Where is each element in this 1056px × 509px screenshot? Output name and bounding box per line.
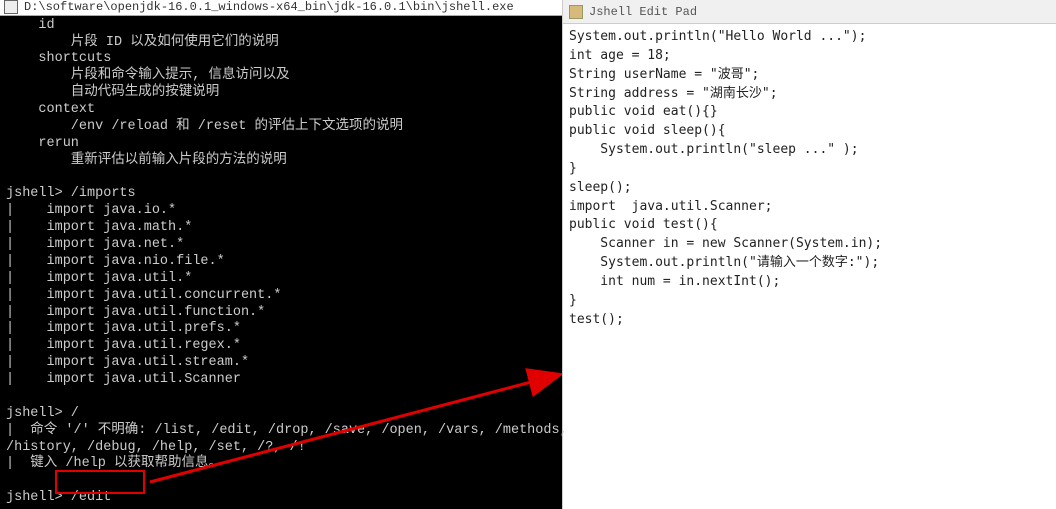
editor-line: public void sleep(){ [569,122,1050,141]
editor-line: String address = "湖南长沙"; [569,85,1050,104]
editor-line: import java.util.Scanner; [569,198,1050,217]
editor-line: test(); [569,311,1050,330]
editor-line: String userName = "波哥"; [569,66,1050,85]
console-line: | import java.util.regex.* [6,338,556,355]
console-line: id [6,18,556,35]
editor-line: sleep(); [569,179,1050,198]
console-line: | import java.util.function.* [6,305,556,322]
console-line: jshell> / [6,406,556,423]
console-line: 自动代码生成的按键说明 [6,85,556,102]
editor-line: public void test(){ [569,216,1050,235]
editor-line: System.out.println("sleep ..." ); [569,141,1050,160]
console-output[interactable]: id 片段 ID 以及如何使用它们的说明 shortcuts 片段和命令输入提示… [0,16,562,509]
console-line: | 命令 '/' 不明确: /list, /edit, /drop, /save… [6,423,556,440]
console-line: | import java.util.stream.* [6,355,556,372]
console-line [6,170,556,187]
console-line: 重新评估以前输入片段的方法的说明 [6,153,556,170]
console-line: shortcuts [6,51,556,68]
console-line: /env /reload 和 /reset 的评估上下文选项的说明 [6,119,556,136]
console-line: /history, /debug, /help, /set, /?, /! [6,440,556,457]
editor-line: Scanner in = new Scanner(System.in); [569,235,1050,254]
console-line: | import java.util.Scanner [6,372,556,389]
console-line: | import java.io.* [6,203,556,220]
console-window: D:\software\openjdk-16.0.1_windows-x64_b… [0,0,562,509]
editor-line: int num = in.nextInt(); [569,273,1050,292]
console-line: jshell> /imports [6,186,556,203]
console-line: | import java.net.* [6,237,556,254]
console-line: 片段和命令输入提示, 信息访问以及 [6,68,556,85]
console-line: 片段 ID 以及如何使用它们的说明 [6,35,556,52]
console-title-bar[interactable]: D:\software\openjdk-16.0.1_windows-x64_b… [0,0,562,16]
console-line: context [6,102,556,119]
editor-line: } [569,160,1050,179]
console-line [6,473,556,490]
console-line: | import java.util.concurrent.* [6,288,556,305]
java-icon [569,5,583,19]
editor-line: public void eat(){} [569,103,1050,122]
console-title-text: D:\software\openjdk-16.0.1_windows-x64_b… [24,0,514,14]
editor-content[interactable]: System.out.println("Hello World ...");in… [563,24,1056,509]
editor-line: System.out.println("Hello World ..."); [569,28,1050,47]
console-line: | import java.util.prefs.* [6,321,556,338]
editor-line: } [569,292,1050,311]
console-line: jshell> /edit [6,490,556,507]
editor-window: Jshell Edit Pad System.out.println("Hell… [562,0,1056,509]
console-app-icon [4,0,18,14]
editor-line: System.out.println("请输入一个数字:"); [569,254,1050,273]
editor-title-bar[interactable]: Jshell Edit Pad [563,0,1056,24]
editor-title-text: Jshell Edit Pad [589,5,697,19]
console-line: | import java.nio.file.* [6,254,556,271]
console-line: | import java.math.* [6,220,556,237]
console-line: | import java.util.* [6,271,556,288]
editor-line: int age = 18; [569,47,1050,66]
console-line: | 键入 /help 以获取帮助信息。 [6,456,556,473]
console-line [6,389,556,406]
console-line: rerun [6,136,556,153]
